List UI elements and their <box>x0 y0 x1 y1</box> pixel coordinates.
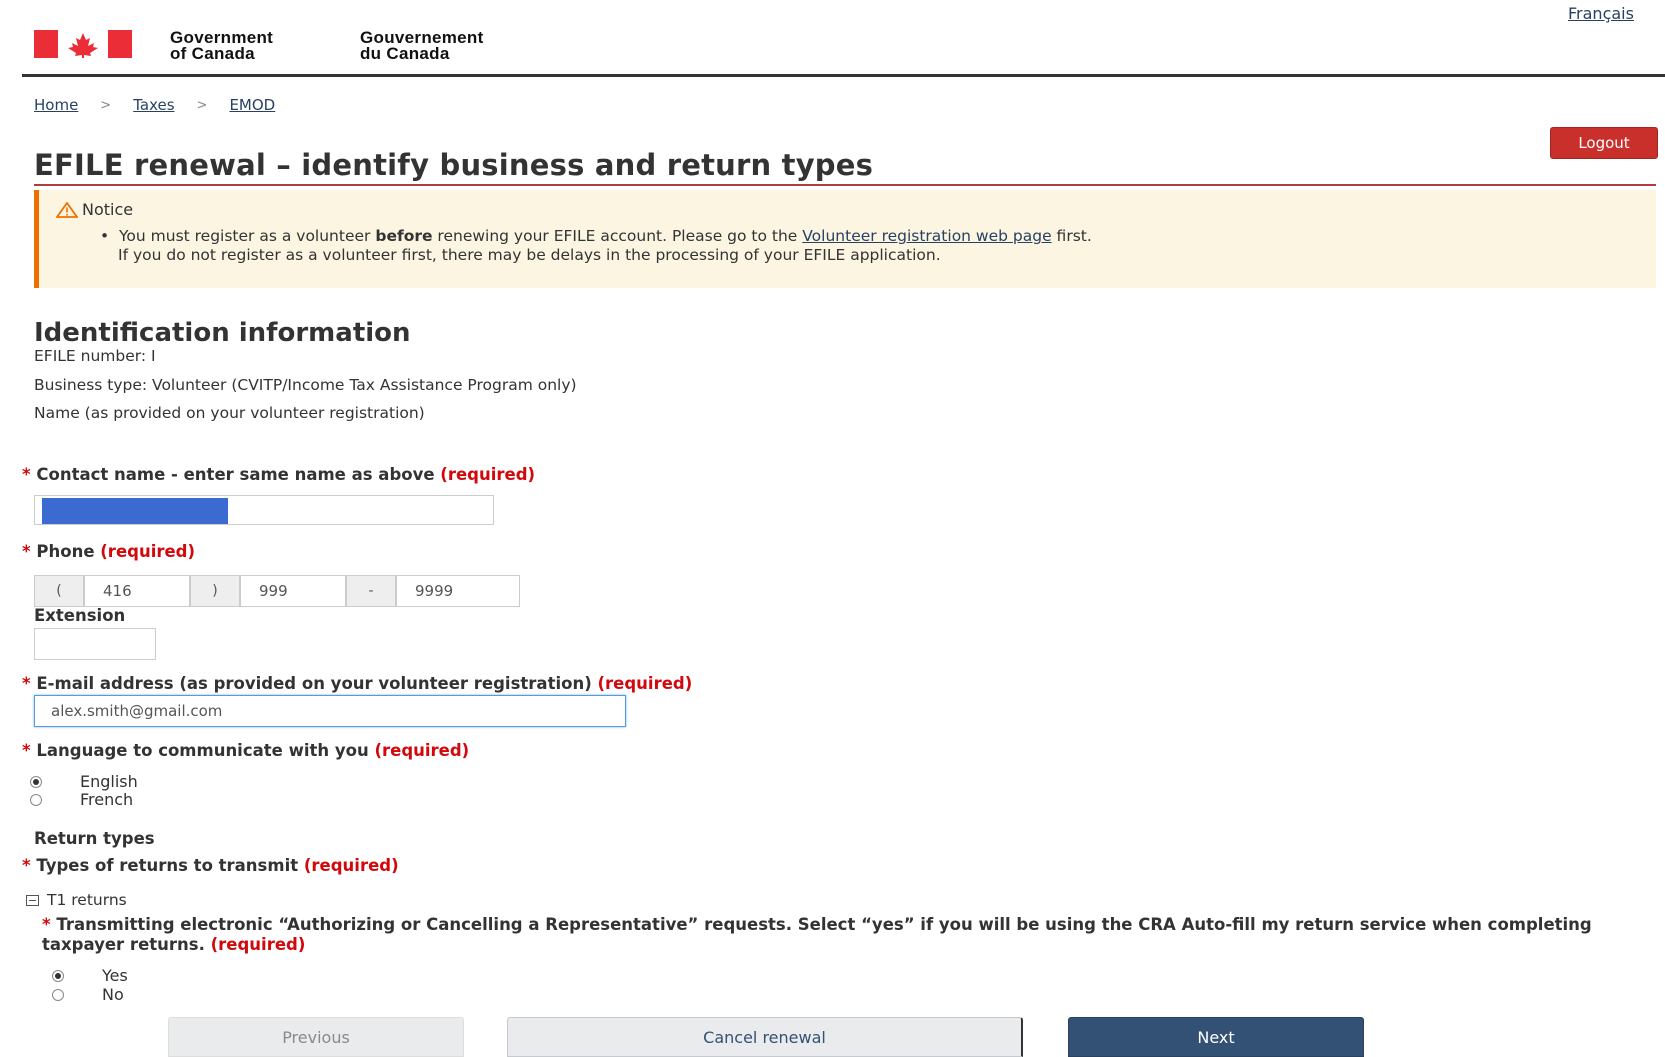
bullet-icon: • <box>100 227 119 245</box>
radio-button-selected[interactable] <box>30 775 42 788</box>
radio-label-french: French <box>80 790 134 809</box>
signature-en-line2: of Canada <box>170 44 255 63</box>
language-toggle-link[interactable]: Français <box>1568 4 1634 23</box>
t1-returns-label: T1 returns <box>47 891 127 909</box>
efile-number: EFILE number: I <box>34 347 156 365</box>
required-asterisk: * <box>22 674 31 693</box>
breadcrumb-separator: > <box>196 97 208 113</box>
notice-bold-text: before <box>375 227 433 245</box>
contact-name-redacted-value <box>42 498 228 524</box>
phone-prefix-input[interactable]: 999 <box>240 575 346 607</box>
phone-line-number-input[interactable]: 9999 <box>396 575 520 607</box>
email-label: * E-mail address (as provided on your vo… <box>22 674 692 693</box>
radio-button-selected[interactable] <box>52 969 64 982</box>
extension-input[interactable] <box>34 628 156 660</box>
required-asterisk: * <box>22 856 31 875</box>
notice-text: renewing your EFILE account. Please go t… <box>432 227 803 245</box>
title-underline <box>34 184 1656 186</box>
required-marker: (required) <box>374 741 470 760</box>
required-marker: (required) <box>440 465 536 484</box>
required-asterisk: * <box>22 465 31 484</box>
required-asterisk: * <box>42 915 51 934</box>
breadcrumb-taxes[interactable]: Taxes <box>133 96 174 114</box>
notice-line-1: • You must register as a volunteer befor… <box>100 227 1092 245</box>
types-of-returns-label: * Types of returns to transmit (required… <box>22 856 399 875</box>
notice-line-2: If you do not register as a volunteer fi… <box>118 246 941 264</box>
required-marker: (required) <box>210 935 306 954</box>
radio-label-yes: Yes <box>102 966 128 985</box>
language-label: * Language to communicate with you (requ… <box>22 741 469 760</box>
signature-fr-line2: du Canada <box>360 44 450 63</box>
name-note: Name (as provided on your volunteer regi… <box>34 404 425 422</box>
notice-text: You must register as a volunteer <box>119 227 376 245</box>
auth-option-yes[interactable]: Yes <box>52 966 128 985</box>
email-input[interactable]: alex.smith@gmail.com <box>34 695 626 727</box>
logout-button[interactable]: Logout <box>1550 127 1658 159</box>
notice-heading: Notice <box>56 200 133 219</box>
email-label-text: E-mail address (as provided on your volu… <box>36 674 592 693</box>
contact-name-label: * Contact name - enter same name as abov… <box>22 465 535 484</box>
required-marker: (required) <box>597 674 693 693</box>
identification-heading: Identification information <box>34 318 411 348</box>
business-type: Business type: Volunteer (CVITP/Income T… <box>34 376 577 394</box>
breadcrumb-emod[interactable]: EMOD <box>229 96 275 114</box>
volunteer-registration-link[interactable]: Volunteer registration web page <box>802 227 1051 245</box>
phone-area-code-input[interactable]: 416 <box>84 575 190 607</box>
phone-input-group: ( 416 ) 999 - 9999 <box>34 575 520 607</box>
breadcrumb-home[interactable]: Home <box>34 96 78 114</box>
auth-request-question: * Transmitting electronic “Authorizing o… <box>42 915 1642 955</box>
signature-french: Gouvernement du Canada <box>360 29 484 63</box>
collapse-icon <box>26 894 39 906</box>
language-option-english[interactable]: English <box>30 772 138 791</box>
radio-label-no: No <box>102 985 124 1004</box>
phone-close-paren: ) <box>190 575 240 607</box>
page-title: EFILE renewal – identify business and re… <box>34 148 874 182</box>
t1-returns-toggle[interactable]: T1 returns <box>26 891 127 909</box>
phone-label-text: Phone <box>36 542 95 561</box>
radio-label-english: English <box>80 772 138 791</box>
required-asterisk: * <box>22 741 31 760</box>
header-divider <box>22 74 1665 77</box>
signature-english: Government of Canada <box>170 29 273 63</box>
types-of-returns-label-text: Types of returns to transmit <box>36 856 299 875</box>
language-label-text: Language to communicate with you <box>36 741 369 760</box>
cancel-renewal-button[interactable]: Cancel renewal <box>507 1017 1023 1057</box>
required-marker: (required) <box>100 542 196 561</box>
phone-label: * Phone (required) <box>22 542 195 561</box>
phone-dash: - <box>346 575 396 607</box>
auth-option-no[interactable]: No <box>52 985 124 1004</box>
canada-flag-icon <box>34 30 132 58</box>
notice-heading-text: Notice <box>82 200 134 219</box>
contact-name-label-text: Contact name - enter same name as above <box>36 465 435 484</box>
previous-button[interactable]: Previous <box>168 1017 464 1057</box>
notice-text: first. <box>1051 227 1092 245</box>
required-asterisk: * <box>22 542 31 561</box>
return-types-heading: Return types <box>34 829 155 848</box>
required-marker: (required) <box>303 856 399 875</box>
next-button[interactable]: Next <box>1068 1017 1364 1057</box>
radio-button[interactable] <box>30 793 42 806</box>
breadcrumb-separator: > <box>100 97 112 113</box>
phone-open-paren: ( <box>34 575 84 607</box>
extension-label: Extension <box>34 606 126 625</box>
language-option-french[interactable]: French <box>30 790 133 809</box>
radio-button[interactable] <box>52 988 64 1001</box>
warning-icon <box>56 201 78 218</box>
breadcrumb: Home > Taxes > EMOD <box>34 96 275 114</box>
